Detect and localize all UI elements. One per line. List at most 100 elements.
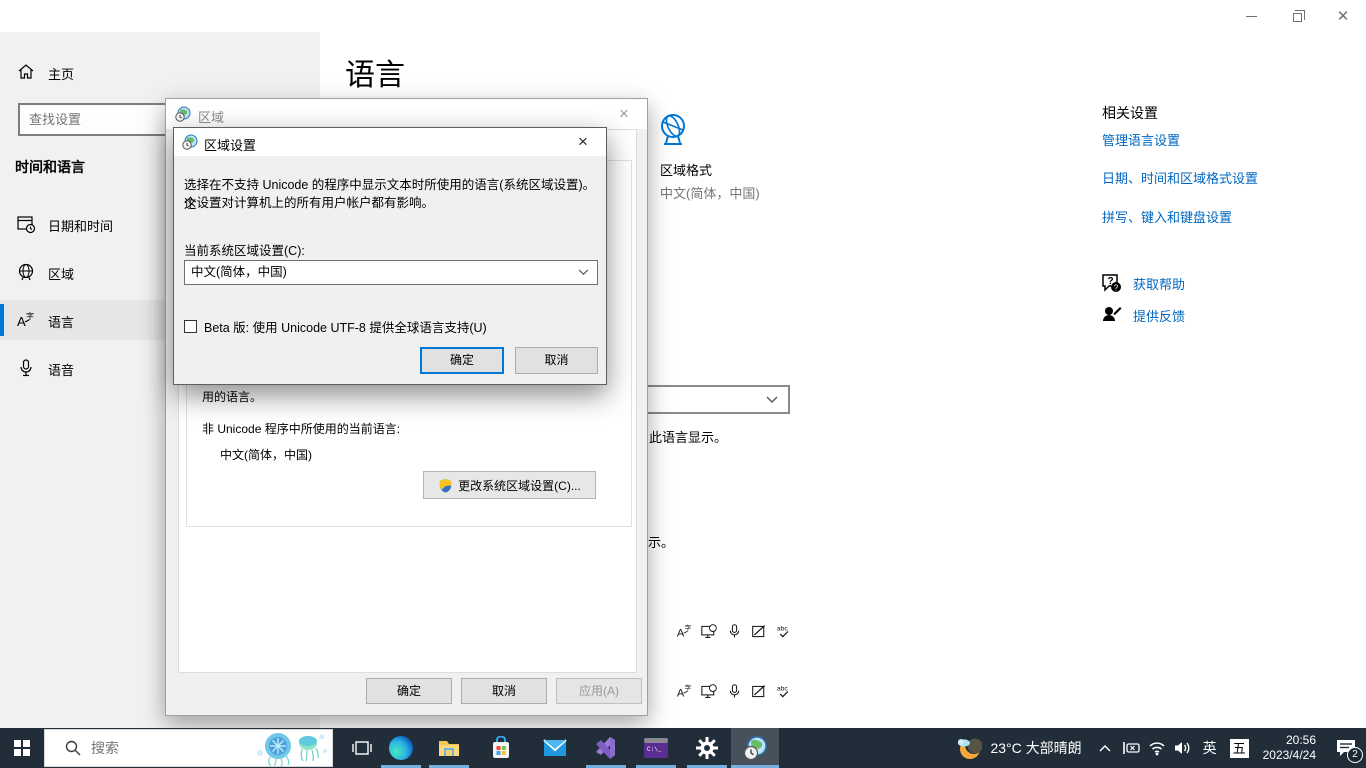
- handwriting-icon: [752, 625, 766, 638]
- groupbox-text-fragment: 用的语言。: [202, 390, 263, 404]
- card-title: 区域格式: [660, 163, 713, 178]
- tray-network-icon[interactable]: [1144, 728, 1170, 768]
- taskbar-app-terminal[interactable]: C:\_: [633, 728, 679, 768]
- taskbar-app-mail[interactable]: [532, 728, 578, 768]
- minimize-button[interactable]: [1228, 0, 1274, 32]
- taskbar-app-region-dialog[interactable]: [732, 728, 778, 768]
- language-capability-icons: A字 abc: [676, 623, 793, 640]
- search-icon: [65, 740, 81, 756]
- language-capability-icons: A字 abc: [676, 683, 793, 700]
- tray-time: 20:56: [1285, 733, 1316, 747]
- tray-chevron-up-icon[interactable]: [1092, 728, 1118, 768]
- tray-date: 2023/4/24: [1262, 748, 1316, 762]
- svg-text:C:\_: C:\_: [647, 746, 662, 753]
- region-format-card: 区域格式 中文(简体，中国): [658, 112, 858, 201]
- help-bubble-icon: ? ?: [1102, 274, 1121, 293]
- file-explorer-icon: [439, 741, 459, 756]
- minimize-icon: [1245, 15, 1257, 17]
- display-language-icon: [701, 684, 717, 698]
- close-button[interactable]: ✕: [1320, 0, 1366, 32]
- system-locale-dropdown[interactable]: 中文(简体，中国): [184, 260, 598, 285]
- sidebar-item-home[interactable]: 主页: [0, 56, 320, 90]
- system-locale-value: 中文(简体，中国): [191, 265, 287, 279]
- link-spelling-typing-keyboard[interactable]: 拼写、键入和键盘设置: [1102, 207, 1232, 226]
- region-dialog-buttons: 确定 取消 应用(A): [166, 671, 647, 715]
- get-help-link[interactable]: ? ? 获取帮助: [1100, 272, 1185, 294]
- svg-text:abc: abc: [777, 626, 789, 633]
- region-window-icon: [743, 736, 767, 761]
- windows-logo-icon: [14, 740, 30, 756]
- sidebar-item-label: 区域: [48, 267, 75, 282]
- restore-button[interactable]: [1274, 0, 1320, 32]
- taskbar-app-visual-studio[interactable]: [583, 728, 629, 768]
- window-controls: ✕: [1228, 0, 1366, 32]
- notification-count-badge: 2: [1347, 747, 1363, 763]
- current-language-label: 非 Unicode 程序中所使用的当前语言:: [202, 422, 401, 436]
- svg-text:字: 字: [685, 684, 692, 693]
- card-value: 中文(简体，中国): [660, 186, 760, 201]
- language-icon: A字: [677, 624, 692, 640]
- tray-input-language[interactable]: 英: [1196, 738, 1224, 758]
- taskbar-app-settings[interactable]: [684, 728, 730, 768]
- mail-icon: [543, 739, 567, 756]
- taskbar-app-edge[interactable]: [378, 728, 424, 768]
- region-cancel-button[interactable]: 取消: [461, 678, 547, 704]
- region-dialog-icon: [175, 106, 191, 122]
- give-feedback-label: 提供反馈: [1133, 308, 1186, 324]
- utf8-checkbox[interactable]: [184, 320, 197, 333]
- weather-moon-icon: [958, 736, 983, 759]
- terminal-icon: C:\_: [644, 738, 668, 758]
- weather-temp: 23°C: [990, 740, 1022, 756]
- tray-clock[interactable]: 20:56 2023/4/24: [1255, 733, 1326, 763]
- region-settings-ok-button[interactable]: 确定: [420, 347, 504, 374]
- taskbar-app-store[interactable]: [478, 728, 524, 768]
- tray-hardware-icon[interactable]: [1118, 728, 1144, 768]
- restore-icon: [1292, 9, 1305, 22]
- language-icon: A字: [677, 684, 692, 700]
- svg-text:?: ?: [1114, 284, 1119, 293]
- display-language-icon: [701, 624, 717, 638]
- give-feedback-link[interactable]: 提供反馈: [1100, 304, 1185, 326]
- region-dialog-titlebar[interactable]: 区域 ×: [166, 99, 647, 129]
- settings-gear-icon: [696, 737, 718, 759]
- calendar-clock-icon: [17, 216, 36, 234]
- svg-text:abc: abc: [777, 686, 789, 693]
- start-button[interactable]: [0, 728, 44, 768]
- chevron-down-icon: [578, 269, 589, 276]
- speech-icon: [729, 684, 740, 698]
- tray-volume-icon[interactable]: [1170, 728, 1196, 768]
- utf8-checkbox-label: Beta 版: 使用 Unicode UTF-8 提供全球语言支持(U): [204, 321, 487, 335]
- taskbar-app-file-explorer[interactable]: [426, 728, 472, 768]
- region-format-globe-icon: [661, 114, 685, 145]
- feedback-person-icon: [1103, 307, 1122, 321]
- change-system-locale-button[interactable]: 更改系统区域设置(C)...: [423, 471, 596, 499]
- region-ok-button[interactable]: 确定: [366, 678, 452, 704]
- speech-icon: [729, 624, 740, 638]
- svg-text:字: 字: [685, 624, 692, 633]
- region-dialog-close-icon[interactable]: ×: [611, 104, 637, 124]
- sidebar-home-label: 主页: [48, 67, 75, 82]
- close-icon: ✕: [1336, 7, 1350, 25]
- selected-accent-bar: [0, 304, 4, 336]
- link-manage-language-settings[interactable]: 管理语言设置: [1102, 130, 1180, 149]
- tray-ime-mode[interactable]: 五: [1229, 738, 1249, 758]
- sidebar-item-label: 语言: [48, 315, 75, 330]
- utf8-checkbox-row[interactable]: Beta 版: 使用 Unicode UTF-8 提供全球语言支持(U): [184, 317, 487, 336]
- sidebar-item-label: 语音: [48, 363, 75, 378]
- svg-text:A: A: [17, 314, 26, 329]
- region-settings-close-icon[interactable]: ×: [570, 132, 596, 152]
- region-settings-cancel-button[interactable]: 取消: [515, 347, 598, 374]
- svg-text:字: 字: [26, 311, 34, 321]
- region-apply-button[interactable]: 应用(A): [556, 678, 642, 704]
- taskbar-search-box[interactable]: [44, 729, 333, 767]
- region-settings-titlebar[interactable]: 区域设置 ×: [174, 128, 606, 156]
- settings-titlebar: [0, 0, 1366, 32]
- visual-studio-icon: [596, 737, 615, 759]
- language-icon: A 字: [17, 311, 34, 329]
- related-settings-heading: 相关设置: [1102, 105, 1158, 121]
- notification-center-button[interactable]: 2: [1326, 728, 1366, 768]
- search-box-jellyfish-art: [257, 733, 327, 767]
- link-date-time-region-format[interactable]: 日期、时间和区域格式设置: [1102, 168, 1258, 187]
- weather-widget[interactable]: 23°C 大部晴朗: [956, 735, 1091, 761]
- taskbar-search-input[interactable]: [91, 740, 241, 756]
